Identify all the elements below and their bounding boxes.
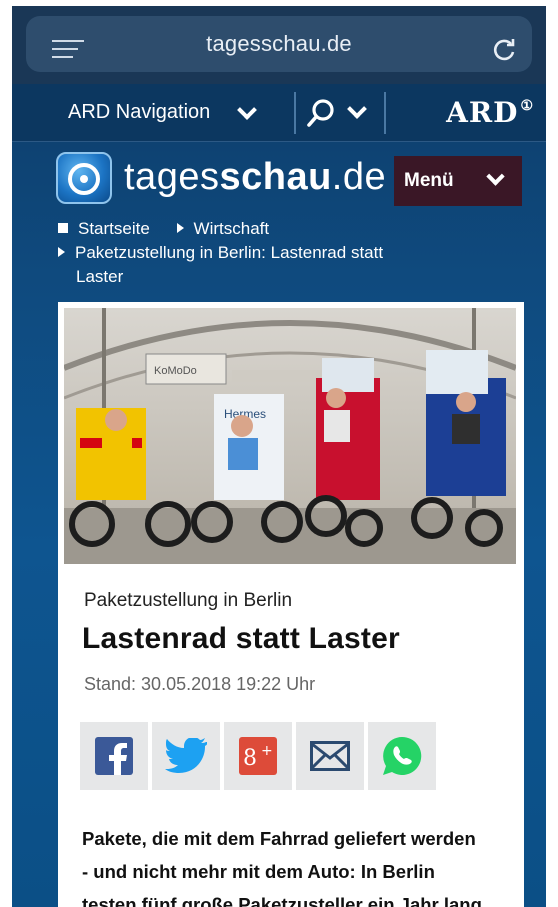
ard-navigation-label[interactable]: ARD Navigation — [68, 101, 210, 124]
lead-line: Pakete, die mit dem Fahrrad geliefert we… — [82, 828, 476, 849]
facebook-icon — [95, 737, 133, 775]
triangle-bullet-icon — [58, 247, 65, 257]
reload-icon[interactable] — [490, 36, 518, 64]
lead-line: - und nicht mehr mit dem Auto: In Berlin — [82, 861, 435, 882]
svg-text:+: + — [261, 743, 273, 759]
share-bar: 8 + — [80, 722, 436, 790]
google-plus-icon: 8 + — [239, 737, 277, 775]
ard-logo[interactable]: ARD ① — [446, 96, 534, 129]
twitter-icon — [165, 738, 207, 773]
chevron-down-icon — [486, 167, 505, 186]
site-title[interactable]: tagesschau.de — [124, 156, 386, 199]
address-bar[interactable]: tagesschau.de — [26, 16, 532, 72]
article-photo[interactable]: KoMoDo Hermes — [64, 308, 516, 564]
article-timestamp: Stand: 30.05.2018 19:22 Uhr — [84, 674, 316, 694]
search-icon[interactable] — [306, 98, 336, 128]
square-bullet-icon — [58, 223, 68, 233]
menu-button-label: Menü — [404, 170, 454, 191]
photo-sign-komodo: KoMoDo — [154, 365, 197, 377]
breadcrumb-current: Paketzustellung in Berlin: Lastenrad sta… — [58, 242, 383, 264]
article-card: KoMoDo Hermes Paketzustellung in Berlin … — [58, 302, 524, 907]
article-lead: Pakete, die mit dem Fahrrad geliefert we… — [82, 822, 512, 907]
breadcrumb-home[interactable]: Startseite — [78, 219, 150, 238]
share-whatsapp-button[interactable] — [368, 722, 436, 790]
divider — [294, 92, 296, 134]
whatsapp-icon — [383, 736, 422, 775]
app-frame: tagesschau.de ARD Navigation ARD ① tagess… — [12, 6, 546, 907]
article-kicker: Paketzustellung in Berlin — [84, 590, 293, 611]
search-chevron-down-icon[interactable] — [347, 99, 367, 119]
lead-line: testen fünf große Paketzusteller ein Jah… — [82, 894, 488, 907]
share-twitter-button[interactable] — [152, 722, 220, 790]
breadcrumb-wirtschaft[interactable]: Wirtschaft — [194, 219, 270, 238]
share-mail-button[interactable] — [296, 722, 364, 790]
url-text: tagesschau.de — [206, 31, 352, 56]
divider — [384, 92, 386, 134]
browser-toolbar: tagesschau.de — [12, 6, 546, 84]
share-google-plus-button[interactable]: 8 + — [224, 722, 292, 790]
svg-text:8: 8 — [243, 746, 257, 771]
menu-button[interactable]: Menü — [394, 156, 522, 206]
breadcrumb-current-line2: Laster — [76, 267, 124, 286]
reader-menu-icon[interactable] — [52, 40, 84, 64]
breadcrumb: Startseite Wirtschaft — [58, 218, 269, 240]
triangle-bullet-icon — [176, 223, 184, 233]
mail-icon — [310, 741, 350, 771]
article-headline: Lastenrad statt Laster — [82, 622, 400, 655]
chevron-down-icon[interactable] — [237, 99, 258, 120]
share-facebook-button[interactable] — [80, 722, 148, 790]
tagesschau-logo-icon[interactable] — [56, 152, 112, 204]
breadcrumb-current-line1: Paketzustellung in Berlin: Lastenrad sta… — [75, 243, 384, 262]
ard-navigation-bar: ARD Navigation ARD ① — [12, 84, 546, 142]
